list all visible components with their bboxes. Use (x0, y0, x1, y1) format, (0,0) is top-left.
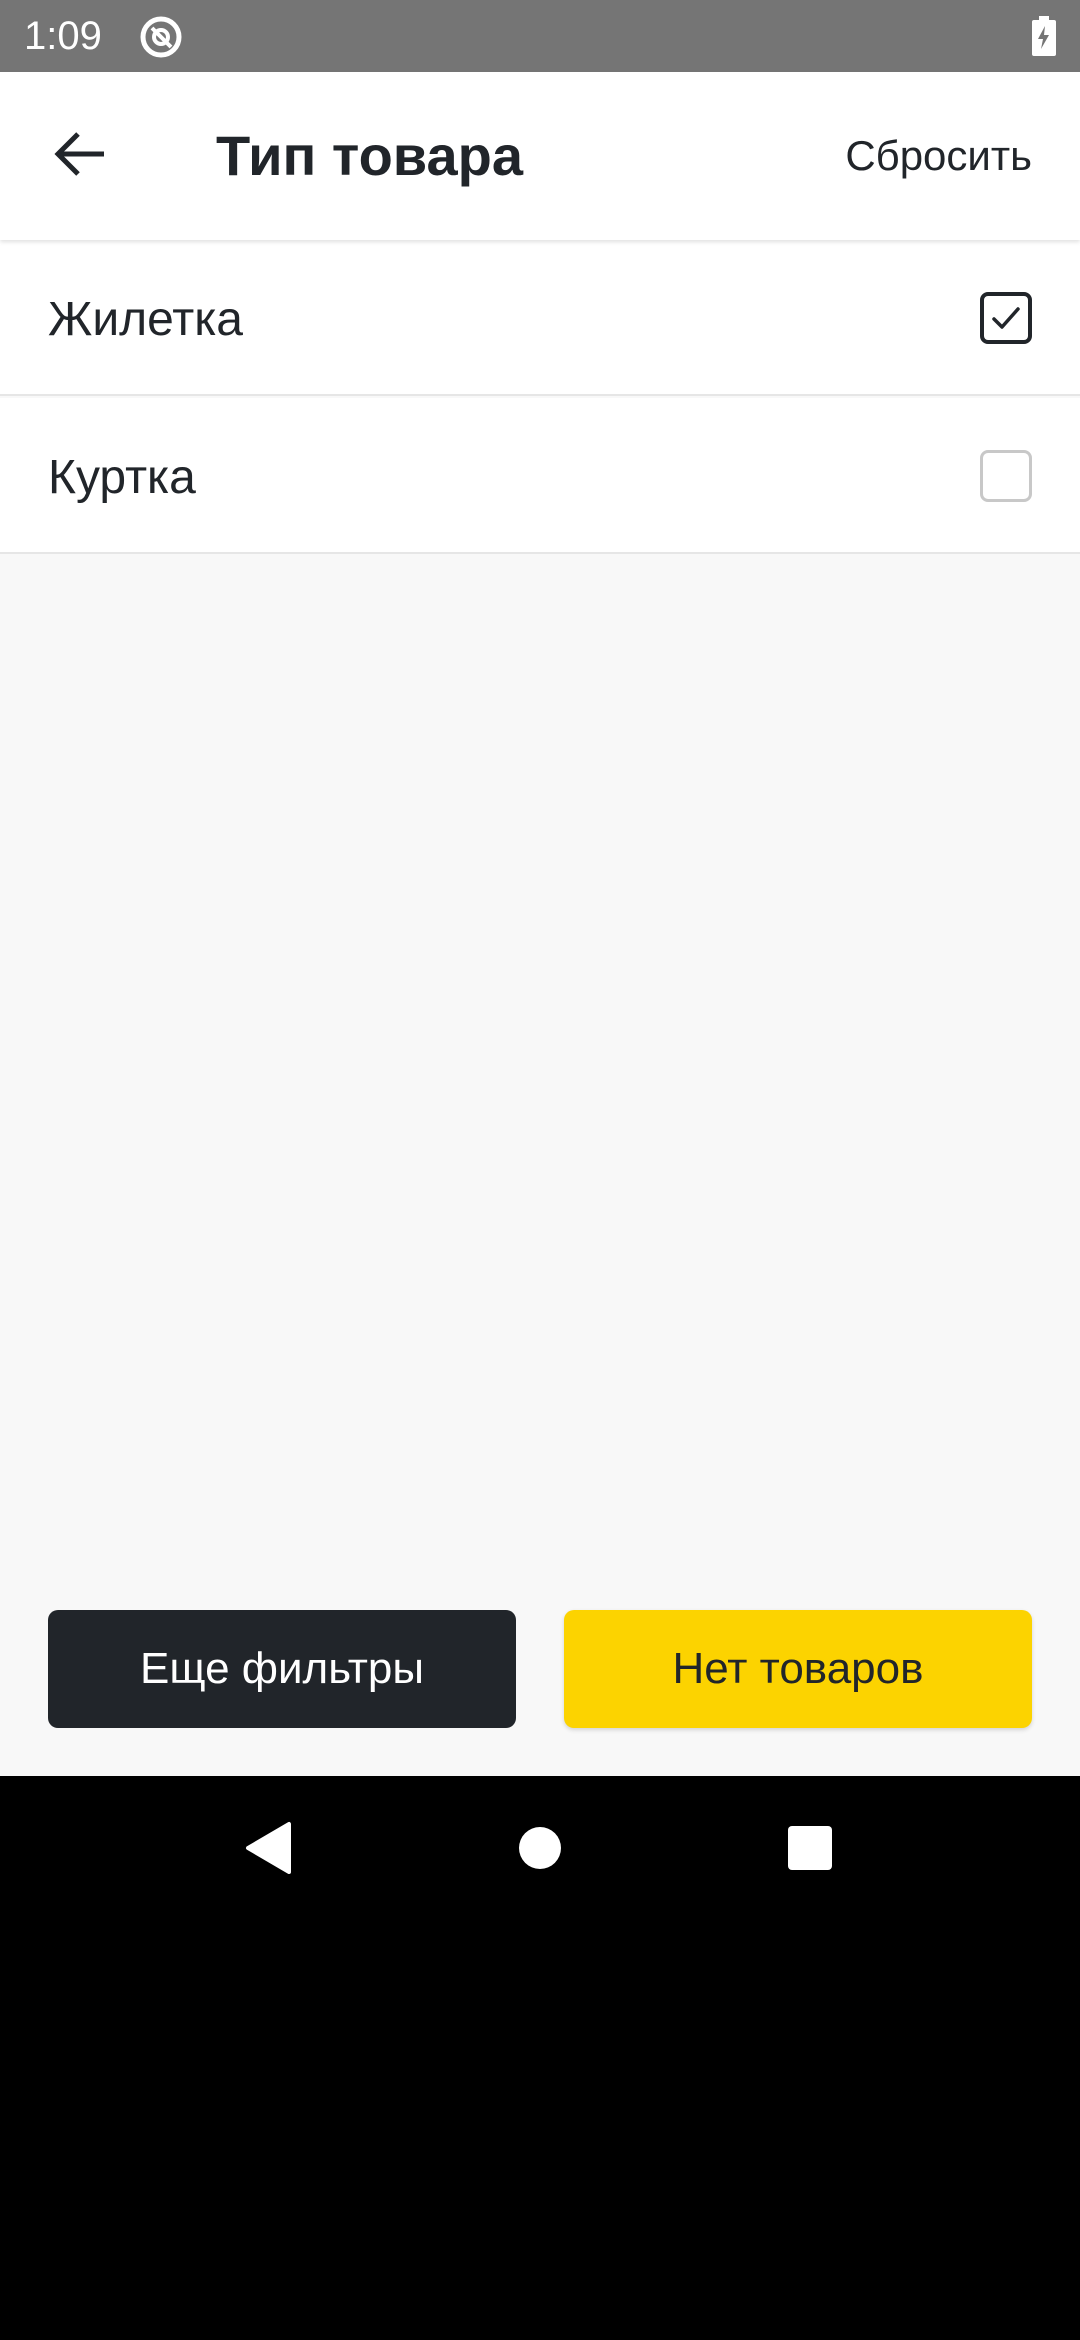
checkbox-unchecked[interactable] (980, 450, 1032, 502)
arrow-left-icon (52, 126, 108, 187)
triangle-back-icon (246, 1822, 291, 1874)
app-bar: Тип товара Сбросить (0, 72, 1080, 240)
option-item-vest[interactable]: Жилетка (0, 240, 1080, 396)
option-label: Куртка (48, 451, 196, 504)
at-sign-icon (138, 14, 184, 60)
show-results-button[interactable]: Нет товаров (564, 1610, 1032, 1728)
square-recents-icon (788, 1826, 832, 1870)
checkbox-checked[interactable] (980, 292, 1032, 344)
option-label: Жилетка (48, 293, 243, 346)
system-nav-bar (0, 1776, 1080, 1920)
status-time: 1:09 (24, 14, 102, 58)
status-bar: 1:09 (0, 0, 1080, 72)
reset-button[interactable]: Сбросить (845, 128, 1032, 184)
filter-options-list: Жилетка Куртка (0, 240, 1080, 1776)
circle-home-icon (519, 1827, 561, 1869)
check-icon (992, 307, 1020, 329)
page-title: Тип товара (216, 124, 523, 187)
back-button[interactable] (40, 116, 120, 196)
more-filters-button[interactable]: Еще фильтры (48, 1610, 516, 1728)
nav-recents-button[interactable] (770, 1808, 850, 1888)
nav-home-button[interactable] (500, 1808, 580, 1888)
battery-charging-icon (1032, 16, 1056, 56)
nav-back-button[interactable] (228, 1808, 308, 1888)
option-item-jacket[interactable]: Куртка (0, 398, 1080, 554)
